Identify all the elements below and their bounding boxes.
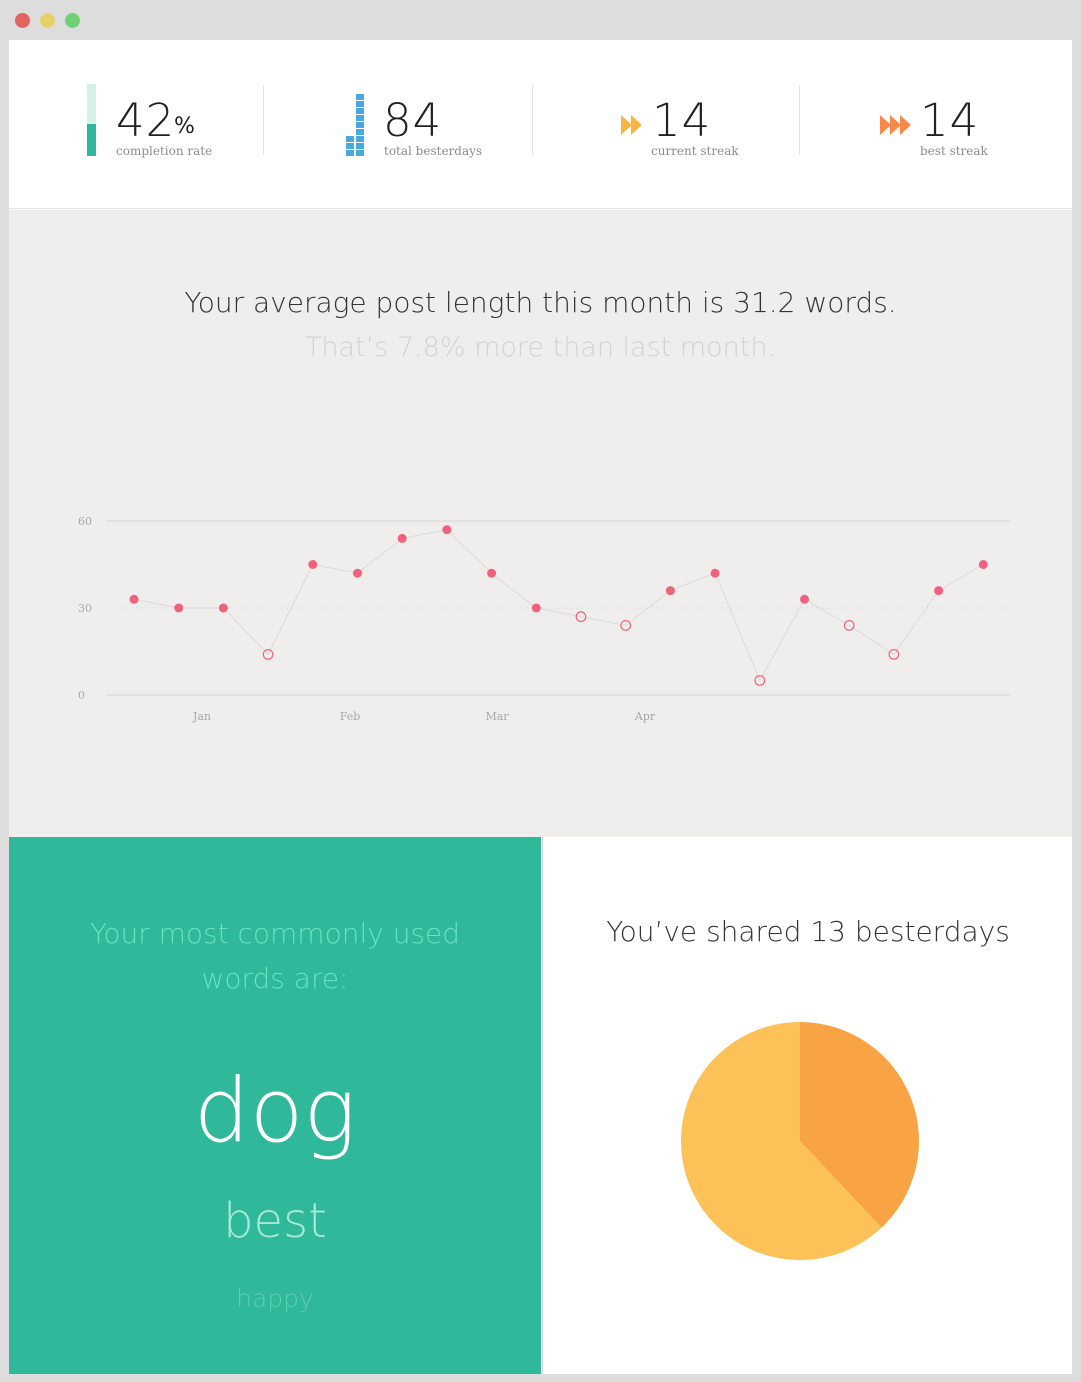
series-line [133,529,984,682]
completion-rate-label: completion rate [116,144,213,158]
post-length-line-chart: 0 30 60 Jan Feb Mar Apr [78,515,1010,723]
data-point [531,603,541,613]
maximize-window-button[interactable] [65,13,80,28]
data-point [800,594,809,604]
x-month-label: Apr [634,710,656,723]
best-streak-label: best streak [920,144,988,158]
bar-stack-icon [346,94,366,156]
top-word-1: dog [193,1059,357,1162]
data-point [353,568,362,578]
stat-divider [799,85,800,155]
data-point [665,586,675,596]
current-streak-value: 14 [652,94,712,147]
stats-page: 42 % completion rate 84 total besterdays… [9,40,1072,1374]
total-besterdays-value: 84 [383,94,443,147]
completion-rate-value: 42 [116,94,176,147]
completion-rate-unit: % [174,114,195,139]
best-streak-value: 14 [920,94,980,147]
data-point [308,560,318,569]
shared-besterdays-panel: You’ve shared 13 besterdays [542,837,1072,1374]
data-point [129,594,139,604]
window-titlebar [0,0,1081,40]
x-month-label: Jan [192,710,211,723]
data-point [442,525,452,535]
post-length-section: Your average post length this month is 3… [9,210,1072,837]
data-point [934,586,944,596]
y-tick-label: 0 [78,689,85,702]
top-word-3: happy [236,1284,314,1313]
data-point [710,568,720,578]
total-besterdays-label: total besterdays [384,144,483,158]
current-streak-label: current streak [651,144,739,158]
x-month-label: Mar [485,710,509,723]
completion-bar-fill [87,124,96,156]
stat-divider [263,85,264,155]
close-window-button[interactable] [15,13,30,28]
data-point [174,603,184,613]
data-point [487,568,497,578]
top-word-2: best [223,1193,327,1249]
y-tick-label: 60 [78,515,92,528]
data-point [978,560,988,569]
stat-divider [532,85,533,155]
browser-window: 42 % completion rate 84 total besterdays… [0,0,1081,1382]
data-point [397,533,407,543]
shared-pie-chart [681,1022,920,1260]
x-month-label: Feb [340,710,361,723]
data-point [218,603,228,613]
completion-bar-icon [87,84,96,156]
y-tick-label: 30 [78,602,92,615]
common-words-panel: Your most commonly used words are: dog b… [9,837,541,1374]
common-words-heading: Your most commonly used words are: [89,917,461,995]
stats-bar: 42 % completion rate 84 total besterdays… [9,40,1072,209]
minimize-window-button[interactable] [40,13,55,28]
